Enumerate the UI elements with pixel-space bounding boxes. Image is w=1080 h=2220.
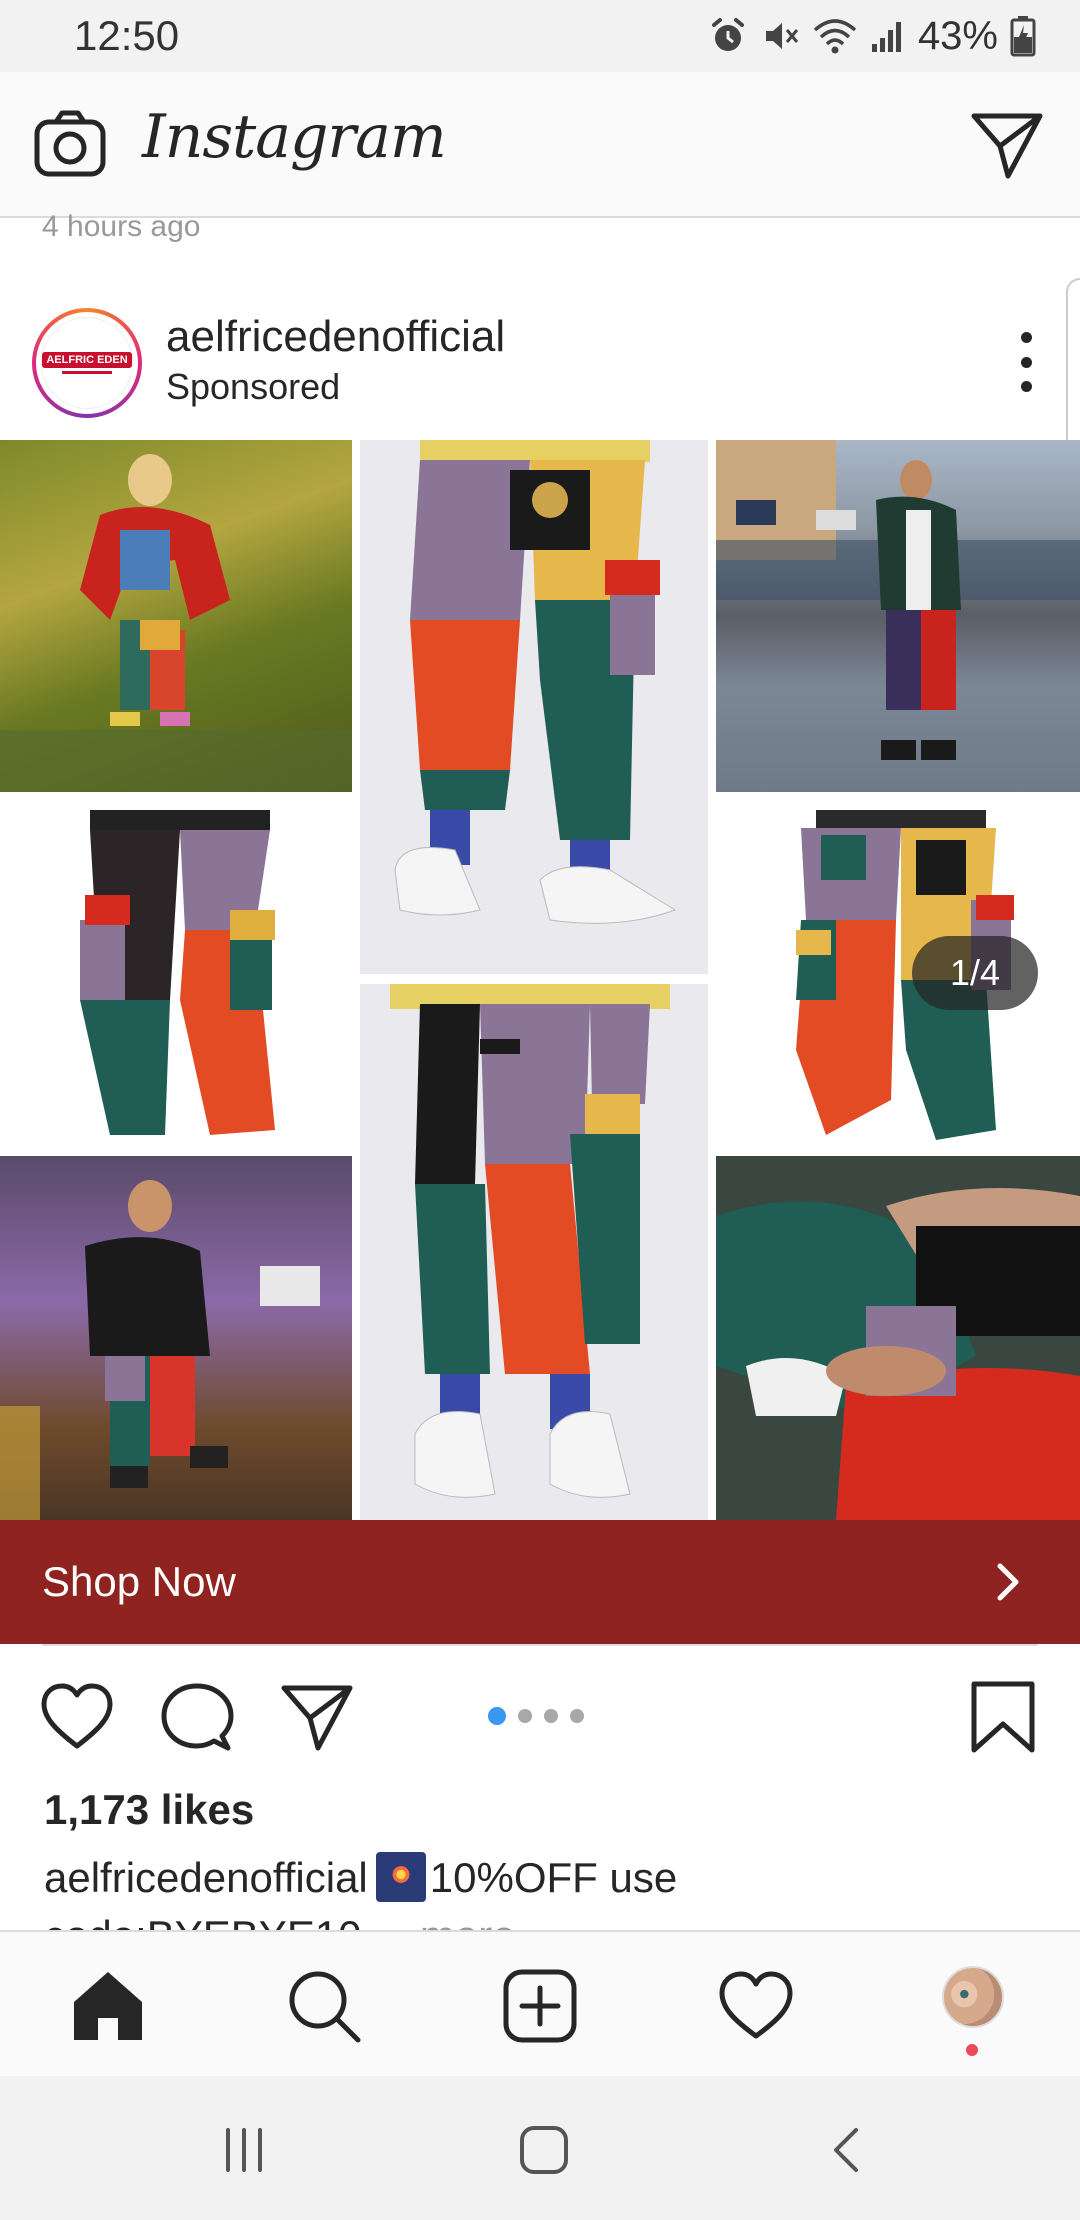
carousel-page-indicator: 1/4 <box>912 936 1038 1010</box>
profile-avatar[interactable] <box>942 1966 1004 2028</box>
post-header: AELFRIC EDEN aelfricedenofficial Sponsor… <box>0 290 1080 440</box>
post-caption: aelfricedenofficial 10%OFF use <box>44 1852 677 1902</box>
notification-dot <box>966 2044 978 2056</box>
photo-model-city-street <box>716 440 1080 792</box>
wifi-icon <box>813 19 857 54</box>
home-icon[interactable] <box>70 1968 146 2044</box>
direct-message-icon[interactable] <box>970 108 1044 182</box>
photo-model-sitting <box>716 1156 1080 1520</box>
photo-pants-front-1 <box>0 800 352 1152</box>
carousel-dots <box>488 1707 584 1725</box>
post-actions <box>0 1666 1080 1766</box>
avatar-brand: AELFRIC EDEN <box>42 352 132 368</box>
carousel-dot <box>544 1709 558 1723</box>
app-header: Instagram <box>0 72 1080 218</box>
more-options-icon[interactable] <box>1016 332 1036 392</box>
post-avatar[interactable]: AELFRIC EDEN <box>32 308 142 418</box>
cta-divider <box>42 1644 1038 1646</box>
signal-icon <box>871 22 901 52</box>
carousel-dot-active <box>488 1707 506 1725</box>
photo-pants-legs-1 <box>360 440 708 974</box>
comment-bubble-icon[interactable] <box>160 1680 234 1754</box>
home-button-icon[interactable] <box>514 2124 574 2176</box>
photo-pants-legs-2 <box>360 984 708 1520</box>
share-send-icon[interactable] <box>280 1680 354 1754</box>
search-icon[interactable] <box>286 1968 362 2044</box>
battery-percent: 43% <box>917 13 998 58</box>
fireworks-emoji-icon <box>375 1852 426 1902</box>
camera-icon[interactable] <box>34 108 106 180</box>
alarm-icon <box>711 18 744 51</box>
photo-model-street-porch <box>0 1156 352 1520</box>
carousel-dot <box>518 1709 532 1723</box>
previous-post-timestamp: 4 hours ago <box>42 210 201 243</box>
mute-icon <box>765 23 799 49</box>
recent-apps-icon[interactable] <box>214 2124 274 2176</box>
caption-username[interactable]: aelfricedenofficial <box>44 1854 368 1901</box>
post-carousel[interactable]: 1/4 <box>0 440 1080 1520</box>
activity-heart-icon[interactable] <box>718 1968 794 2044</box>
likes-count[interactable]: 1,173 likes <box>44 1786 254 1834</box>
sponsored-label: Sponsored <box>166 366 341 407</box>
post-username[interactable]: aelfricedenofficial <box>166 312 505 362</box>
caption-text: 10%OFF use <box>429 1854 678 1901</box>
status-icons: 43% <box>708 10 1036 62</box>
back-icon[interactable] <box>818 2124 878 2176</box>
like-heart-icon[interactable] <box>40 1680 114 1754</box>
bottom-nav <box>0 1930 1080 2076</box>
carousel-dot <box>570 1709 584 1723</box>
new-post-icon[interactable] <box>502 1968 578 2044</box>
battery-charging-icon <box>1010 16 1036 57</box>
save-bookmark-icon[interactable] <box>966 1680 1040 1754</box>
status-time: 12:50 <box>74 12 180 59</box>
shop-now-button[interactable]: Shop Now <box>0 1520 1080 1644</box>
chevron-right-icon <box>997 1563 1019 1601</box>
photo-model-autumn <box>0 440 352 792</box>
app-logo: Instagram <box>142 102 447 172</box>
shop-now-label: Shop Now <box>42 1558 236 1605</box>
status-bar: 12:50 43% <box>0 0 1080 72</box>
system-nav-bar <box>0 2076 1080 2220</box>
